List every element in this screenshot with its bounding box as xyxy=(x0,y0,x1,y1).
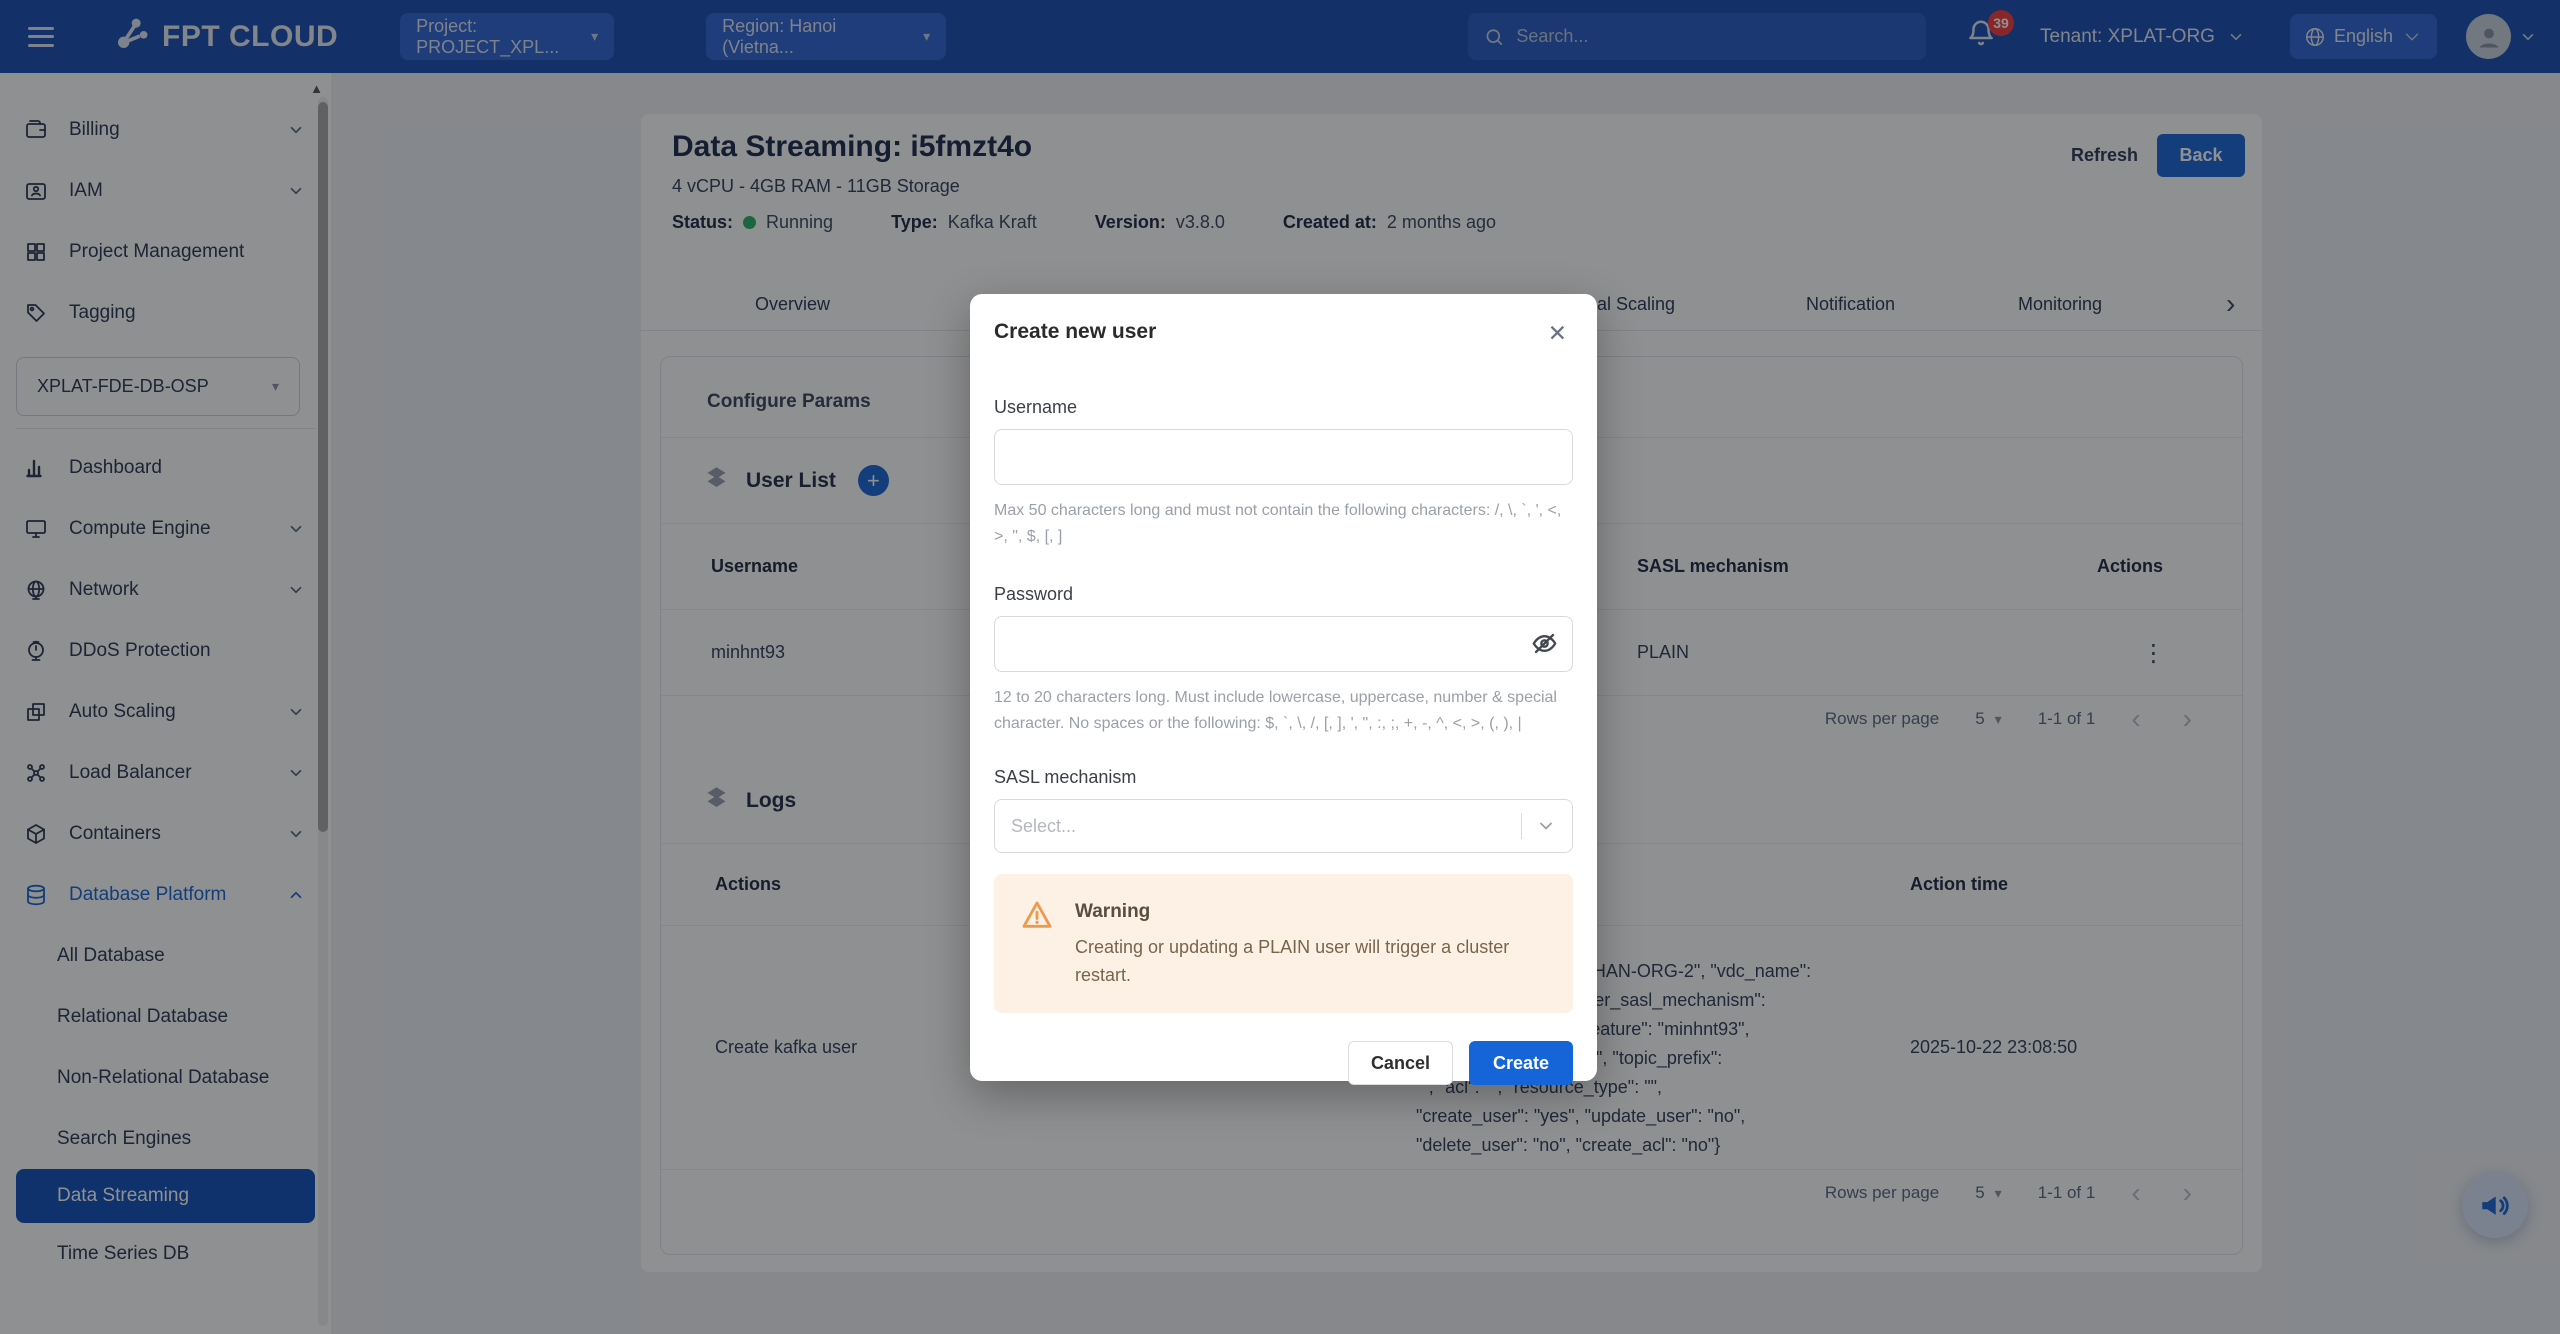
divider xyxy=(1521,813,1522,839)
modal-title: Create new user xyxy=(994,320,1156,344)
create-button[interactable]: Create xyxy=(1469,1041,1573,1085)
sasl-select[interactable]: Select... xyxy=(994,799,1573,853)
password-field[interactable] xyxy=(994,616,1573,672)
close-icon[interactable]: ✕ xyxy=(1542,320,1573,347)
create-user-modal: Create new user ✕ Username Max 50 charac… xyxy=(970,294,1597,1081)
sasl-label: SASL mechanism xyxy=(994,767,1573,788)
eye-off-icon xyxy=(1531,630,1558,657)
warning-text: Creating or updating a PLAIN user will t… xyxy=(1075,933,1547,989)
password-help: 12 to 20 characters long. Must include l… xyxy=(994,685,1573,737)
toggle-password-visibility[interactable] xyxy=(1529,630,1559,660)
screen: FPT CLOUD Project: PROJECT_XPL... ▾ Regi… xyxy=(0,0,2560,1334)
username-field[interactable] xyxy=(994,429,1573,485)
warning-title: Warning xyxy=(1075,901,1547,923)
warning-triangle-icon xyxy=(1020,898,1054,989)
password-label: Password xyxy=(994,584,1573,605)
chevron-down-icon xyxy=(1536,816,1556,836)
username-label: Username xyxy=(994,397,1573,418)
password-section: Password 12 to 20 characters long. Must … xyxy=(994,584,1573,737)
warning-alert: Warning Creating or updating a PLAIN use… xyxy=(994,874,1573,1013)
sasl-section: SASL mechanism Select... xyxy=(994,767,1573,853)
cancel-button[interactable]: Cancel xyxy=(1348,1041,1453,1085)
username-help: Max 50 characters long and must not cont… xyxy=(994,498,1573,550)
username-section: Username Max 50 characters long and must… xyxy=(994,397,1573,550)
sasl-placeholder: Select... xyxy=(1011,816,1521,837)
